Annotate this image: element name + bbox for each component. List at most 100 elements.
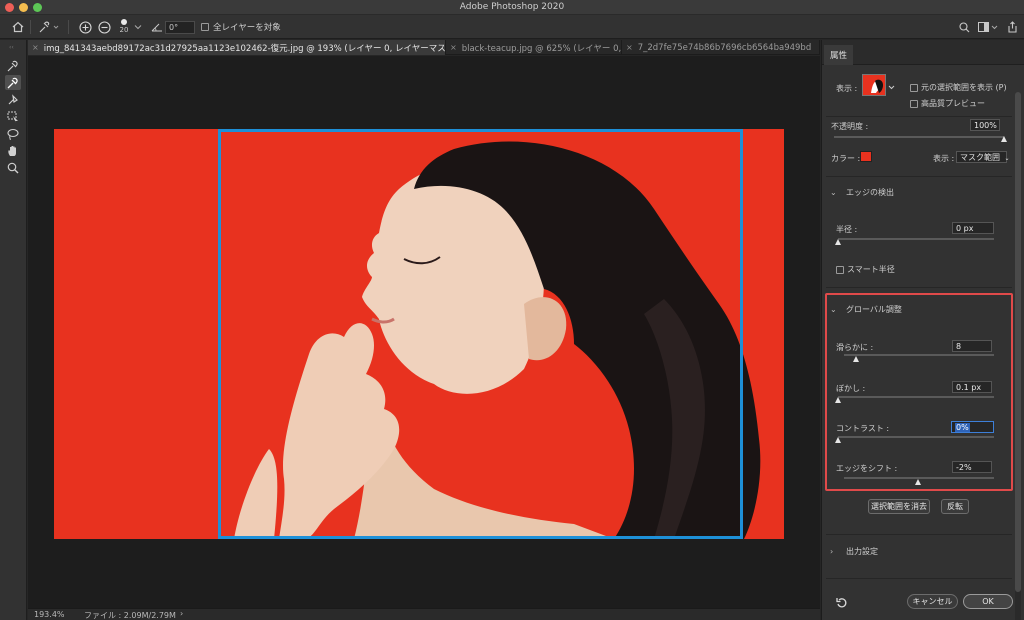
expand-detection-icon[interactable] [77,19,93,35]
display-select[interactable]: マスク範囲 ⌄ [956,151,1010,163]
opacity-label: 不透明度 : [831,122,869,131]
smart-radius-option[interactable]: スマート半径 [836,264,895,275]
panel-tab-bar: 属性 [822,40,1024,65]
global-adjustments-header[interactable]: ⌄ グローバル調整 [830,304,902,315]
brush-tip-icon [121,18,127,25]
display-label: 表示 : [933,154,955,163]
hand-tool-icon[interactable] [5,143,21,158]
refine-edge-brush-tool-icon[interactable] [5,75,21,90]
document-tab[interactable]: × 7_2d7fe75e74b86b7696cb6564ba949bd [622,40,820,55]
share-icon[interactable] [1005,19,1019,35]
silhouette-icon [871,79,883,93]
opacity-slider-thumb[interactable] [1001,136,1007,142]
collapse-chevrons-icon[interactable]: ‹‹ [9,44,14,51]
tab-properties[interactable]: 属性 [824,45,854,65]
chevron-down-icon: ⌄ [830,188,837,197]
contrast-field[interactable]: 0% [951,421,994,433]
shift-edge-field[interactable]: -2% [952,461,992,473]
document-tab[interactable]: × black-teacup.jpg @ 625% (レイヤー 0, ... [446,40,622,55]
canvas-area[interactable] [28,56,820,608]
brush-size-value: 20 [119,25,129,34]
smart-radius-label: スマート半径 [847,265,895,274]
properties-panel: 属性 表示 : 元の選択範囲を表示 (P) 高品質プレビュー 不透明度 : 10… [821,40,1024,620]
panel-scrollbar[interactable] [1015,92,1021,620]
options-bar: 20 0° 全レイヤーを対象 [0,15,1024,39]
brush-size-picker[interactable]: 20 [116,18,132,34]
show-original-checkbox[interactable] [910,83,918,92]
home-icon[interactable] [9,19,27,35]
radius-slider-thumb[interactable] [835,239,841,245]
view-mode-thumbnail[interactable] [862,74,886,96]
feather-field[interactable]: 0.1 px [952,381,992,393]
feather-label: ぼかし : [836,384,866,393]
high-quality-label: 高品質プレビュー [921,99,985,108]
close-tab-icon[interactable]: × [450,43,457,52]
document-tab[interactable]: × img_841343aebd89172ac31d27925aa1123e10… [28,40,446,55]
opacity-slider-track[interactable] [834,136,1004,138]
chevron-down-icon: ⌄ [830,305,837,314]
contrast-slider-track[interactable] [838,436,994,438]
radius-field[interactable]: 0 px [952,222,994,234]
high-quality-option[interactable]: 高品質プレビュー [910,98,985,109]
opacity-field[interactable]: 100% [970,119,1000,131]
contrast-slider-thumb[interactable] [835,437,841,443]
view-mode-chevron-icon[interactable] [888,83,895,93]
lasso-tool-icon[interactable] [5,126,21,141]
shift-edge-label: エッジをシフト : [836,464,898,473]
smooth-field[interactable]: 8 [952,340,992,352]
refine-brush-tool-preset-icon[interactable] [36,19,62,35]
edge-detection-title: エッジの検出 [846,188,894,197]
reduce-detection-icon[interactable] [96,19,112,35]
smooth-slider-track[interactable] [844,354,994,356]
angle-field[interactable]: 0° [165,20,195,34]
clear-selection-button[interactable]: 選択範囲を消去 [868,499,930,514]
sample-all-layers-option[interactable]: 全レイヤーを対象 [201,19,301,35]
output-settings-header[interactable]: › 出力設定 [830,546,878,557]
contrast-value: 0% [955,423,970,432]
workspace-icon[interactable] [977,19,1001,35]
angle-field-wrap: 0° [165,19,195,35]
edge-detection-header[interactable]: ⌄ エッジの検出 [830,187,894,198]
app-title: Adobe Photoshop 2020 [459,2,565,12]
global-adjustments-title: グローバル調整 [846,305,902,314]
tab-label: 7_2d7fe75e74b86b7696cb6564ba949bd [637,42,812,53]
zoom-level[interactable]: 193.4% [34,610,65,619]
cancel-button[interactable]: キャンセル [907,594,958,609]
chevron-down-icon[interactable] [133,19,143,35]
color-label: カラー : [831,154,861,163]
shift-edge-slider-thumb[interactable] [914,479,921,485]
tab-label: black-teacup.jpg @ 625% (レイヤー 0, ... [461,43,622,54]
reset-icon[interactable] [836,597,848,612]
feather-slider-thumb[interactable] [835,397,841,403]
scrollbar-thumb[interactable] [1015,92,1021,592]
radius-slider-track[interactable] [838,238,994,240]
smooth-label: 滑らかに : [836,343,874,352]
chevron-right-icon: › [830,547,834,556]
smart-radius-checkbox[interactable] [836,265,844,274]
status-arrow-icon[interactable]: › [180,609,183,618]
ok-button[interactable]: OK [963,594,1013,609]
smooth-slider-thumb[interactable] [853,356,859,362]
document-image[interactable] [54,129,784,539]
color-swatch[interactable] [860,151,872,162]
output-settings-title: 出力設定 [846,547,878,556]
angle-icon [150,19,164,35]
zoom-tool-icon[interactable] [5,160,21,175]
selection-bounding-box[interactable] [218,129,743,539]
quick-selection-tool-icon[interactable] [5,58,21,73]
object-selection-tool-icon[interactable] [5,109,21,124]
high-quality-checkbox[interactable] [910,99,918,108]
document-tab-bar: × img_841343aebd89172ac31d27925aa1123e10… [28,40,820,55]
tab-label: img_841343aebd89172ac31d27925aa1123e1024… [43,43,446,54]
search-icon[interactable] [957,19,971,35]
title-bar: Adobe Photoshop 2020 [0,0,1024,15]
brush-tool-icon[interactable] [5,92,21,107]
show-original-option[interactable]: 元の選択範囲を表示 (P) [910,82,1007,93]
close-tab-icon[interactable]: × [626,43,633,52]
close-tab-icon[interactable]: × [32,43,39,52]
invert-button[interactable]: 反転 [941,499,969,514]
feather-slider-track[interactable] [838,396,994,398]
view-label: 表示 : [836,84,858,93]
sample-all-layers-checkbox[interactable] [201,23,209,31]
sample-all-layers-label: 全レイヤーを対象 [213,23,281,33]
